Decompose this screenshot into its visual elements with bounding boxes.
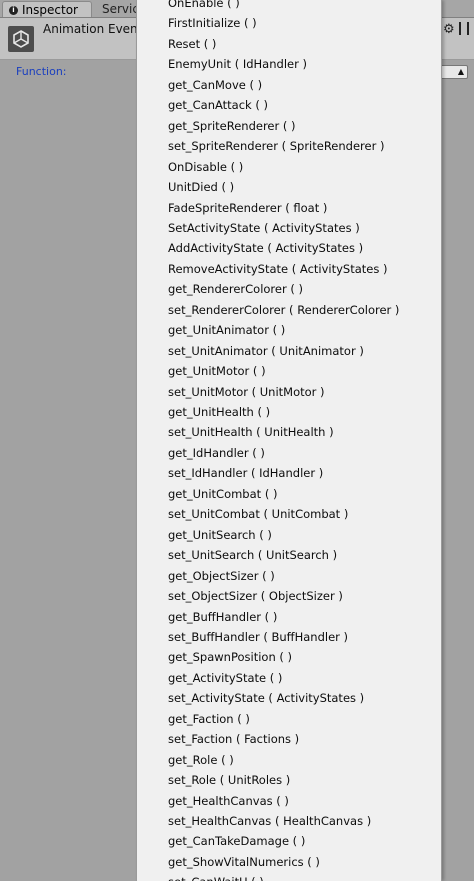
- component-title: Animation Event: [43, 22, 143, 36]
- menu-item[interactable]: AddActivityState ( ActivityStates ): [168, 238, 363, 258]
- menu-item[interactable]: set_BuffHandler ( BuffHandler ): [168, 627, 348, 647]
- menu-item[interactable]: set_RendererColorer ( RendererColorer ): [168, 300, 399, 320]
- menu-item[interactable]: get_CanMove ( ): [168, 75, 262, 95]
- menu-item[interactable]: get_CanTakeDamage ( ): [168, 831, 305, 851]
- gear-icon[interactable]: ⚙: [443, 22, 455, 37]
- menu-item[interactable]: set_UnitCombat ( UnitCombat ): [168, 504, 348, 524]
- menu-item[interactable]: set_CanWaitU ( ): [168, 872, 264, 881]
- function-dropdown-menu[interactable]: OnEnable ( ) FirstInitialize ( ) Reset ( )…: [136, 0, 442, 881]
- menu-item[interactable]: RemoveActivityState ( ActivityStates ): [168, 259, 388, 279]
- menu-item[interactable]: EnemyUnit ( IdHandler ): [168, 54, 307, 74]
- menu-item[interactable]: set_UnitSearch ( UnitSearch ): [168, 545, 337, 565]
- menu-item[interactable]: Reset ( ): [168, 34, 216, 54]
- menu-item[interactable]: get_UnitAnimator ( ): [168, 320, 285, 340]
- info-icon: i: [9, 6, 18, 15]
- menu-item[interactable]: get_RendererColorer ( ): [168, 279, 303, 299]
- menu-item[interactable]: OnEnable ( ): [168, 0, 240, 13]
- menu-item[interactable]: OnDisable ( ): [168, 157, 243, 177]
- menu-item[interactable]: set_IdHandler ( IdHandler ): [168, 463, 323, 483]
- menu-item[interactable]: set_UnitMotor ( UnitMotor ): [168, 382, 325, 402]
- menu-item[interactable]: set_Role ( UnitRoles ): [168, 770, 290, 790]
- menu-item[interactable]: get_ActivityState ( ): [168, 668, 282, 688]
- menu-item[interactable]: get_ObjectSizer ( ): [168, 566, 275, 586]
- menu-item[interactable]: set_ActivityState ( ActivityStates ): [168, 688, 364, 708]
- menu-item[interactable]: get_CanAttack ( ): [168, 95, 268, 115]
- menu-item[interactable]: get_UnitCombat ( ): [168, 484, 277, 504]
- tab-services-label: Servic: [102, 2, 139, 16]
- menu-item[interactable]: set_UnitAnimator ( UnitAnimator ): [168, 341, 364, 361]
- menu-item[interactable]: get_ShowVitalNumerics ( ): [168, 852, 320, 872]
- tab-inspector-label: Inspector: [22, 3, 78, 17]
- menu-item[interactable]: set_UnitHealth ( UnitHealth ): [168, 422, 334, 442]
- function-label: Function:: [16, 65, 67, 78]
- menu-item[interactable]: SetActivityState ( ActivityStates ): [168, 218, 360, 238]
- menu-item[interactable]: get_SpriteRenderer ( ): [168, 116, 296, 136]
- menu-item[interactable]: FadeSpriteRenderer ( float ): [168, 198, 327, 218]
- settings-icon[interactable]: [459, 22, 469, 35]
- unity-logo-icon: [8, 26, 34, 52]
- menu-item[interactable]: set_Faction ( Factions ): [168, 729, 299, 749]
- menu-item[interactable]: get_IdHandler ( ): [168, 443, 265, 463]
- menu-item[interactable]: get_HealthCanvas ( ): [168, 791, 289, 811]
- menu-item[interactable]: get_SpawnPosition ( ): [168, 647, 292, 667]
- menu-item[interactable]: FirstInitialize ( ): [168, 13, 257, 33]
- menu-item[interactable]: set_SpriteRenderer ( SpriteRenderer ): [168, 136, 384, 156]
- menu-item[interactable]: get_BuffHandler ( ): [168, 607, 277, 627]
- menu-item[interactable]: get_UnitMotor ( ): [168, 361, 266, 381]
- dropdown-arrow-icon: ▲: [457, 67, 464, 76]
- menu-item[interactable]: UnitDied ( ): [168, 177, 234, 197]
- menu-item[interactable]: get_Role ( ): [168, 750, 234, 770]
- menu-item[interactable]: get_UnitSearch ( ): [168, 525, 272, 545]
- menu-item[interactable]: get_Faction ( ): [168, 709, 250, 729]
- menu-item[interactable]: get_UnitHealth ( ): [168, 402, 270, 422]
- menu-item[interactable]: set_HealthCanvas ( HealthCanvas ): [168, 811, 371, 831]
- tab-inspector[interactable]: i Inspector: [2, 1, 92, 17]
- menu-item[interactable]: set_ObjectSizer ( ObjectSizer ): [168, 586, 343, 606]
